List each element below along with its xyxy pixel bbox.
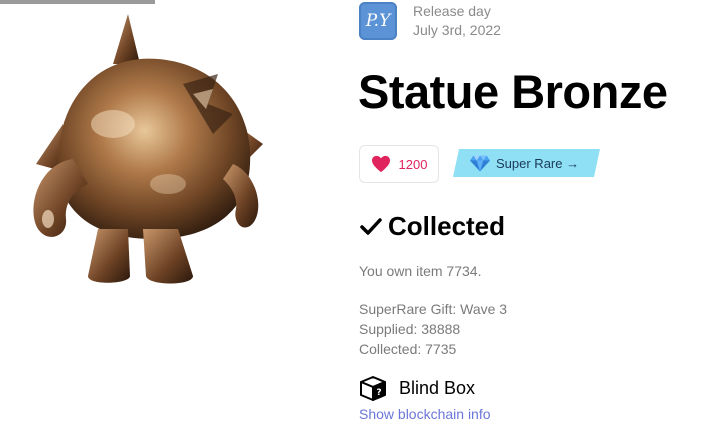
release-label: Release day <box>413 3 491 19</box>
owned-text: You own item 7734. <box>359 263 482 279</box>
creator-block: P.Y Release day July 3rd, 2022 <box>359 2 501 40</box>
item-stats: SuperRare Gift: Wave 3 Supplied: 38888 C… <box>359 299 507 359</box>
show-blockchain-info-link[interactable]: Show blockchain info <box>359 406 491 422</box>
svg-text:?: ? <box>376 388 381 398</box>
release-info: Release day July 3rd, 2022 <box>413 2 501 40</box>
collected-label: Collected <box>388 211 506 241</box>
creator-avatar[interactable]: P.Y <box>359 2 397 40</box>
stat-gift: SuperRare Gift: Wave 3 <box>359 301 508 317</box>
blind-box-label: Blind Box <box>399 377 476 398</box>
like-count: 1200 <box>398 156 428 172</box>
statue-image <box>33 14 263 284</box>
collected-status: Collected <box>360 211 505 242</box>
top-accent-bar <box>0 0 155 4</box>
item-title: Statue Bronze <box>358 65 668 118</box>
rarity-badge[interactable]: Super Rare → <box>456 149 597 177</box>
mystery-box-icon: ? <box>360 376 386 401</box>
avatar-initials: P.Y <box>365 11 391 31</box>
rarity-label: Super Rare → <box>496 155 580 171</box>
checkmark-icon <box>360 217 382 235</box>
stat-collected: Collected: 7735 <box>359 341 457 357</box>
blind-box: ? Blind Box <box>359 375 475 401</box>
stat-supplied: Supplied: 38888 <box>359 321 461 337</box>
like-button[interactable]: 1200 <box>359 145 439 183</box>
release-date: July 3rd, 2022 <box>413 22 501 38</box>
heart-icon <box>371 155 390 173</box>
diamond-icon <box>470 155 490 172</box>
